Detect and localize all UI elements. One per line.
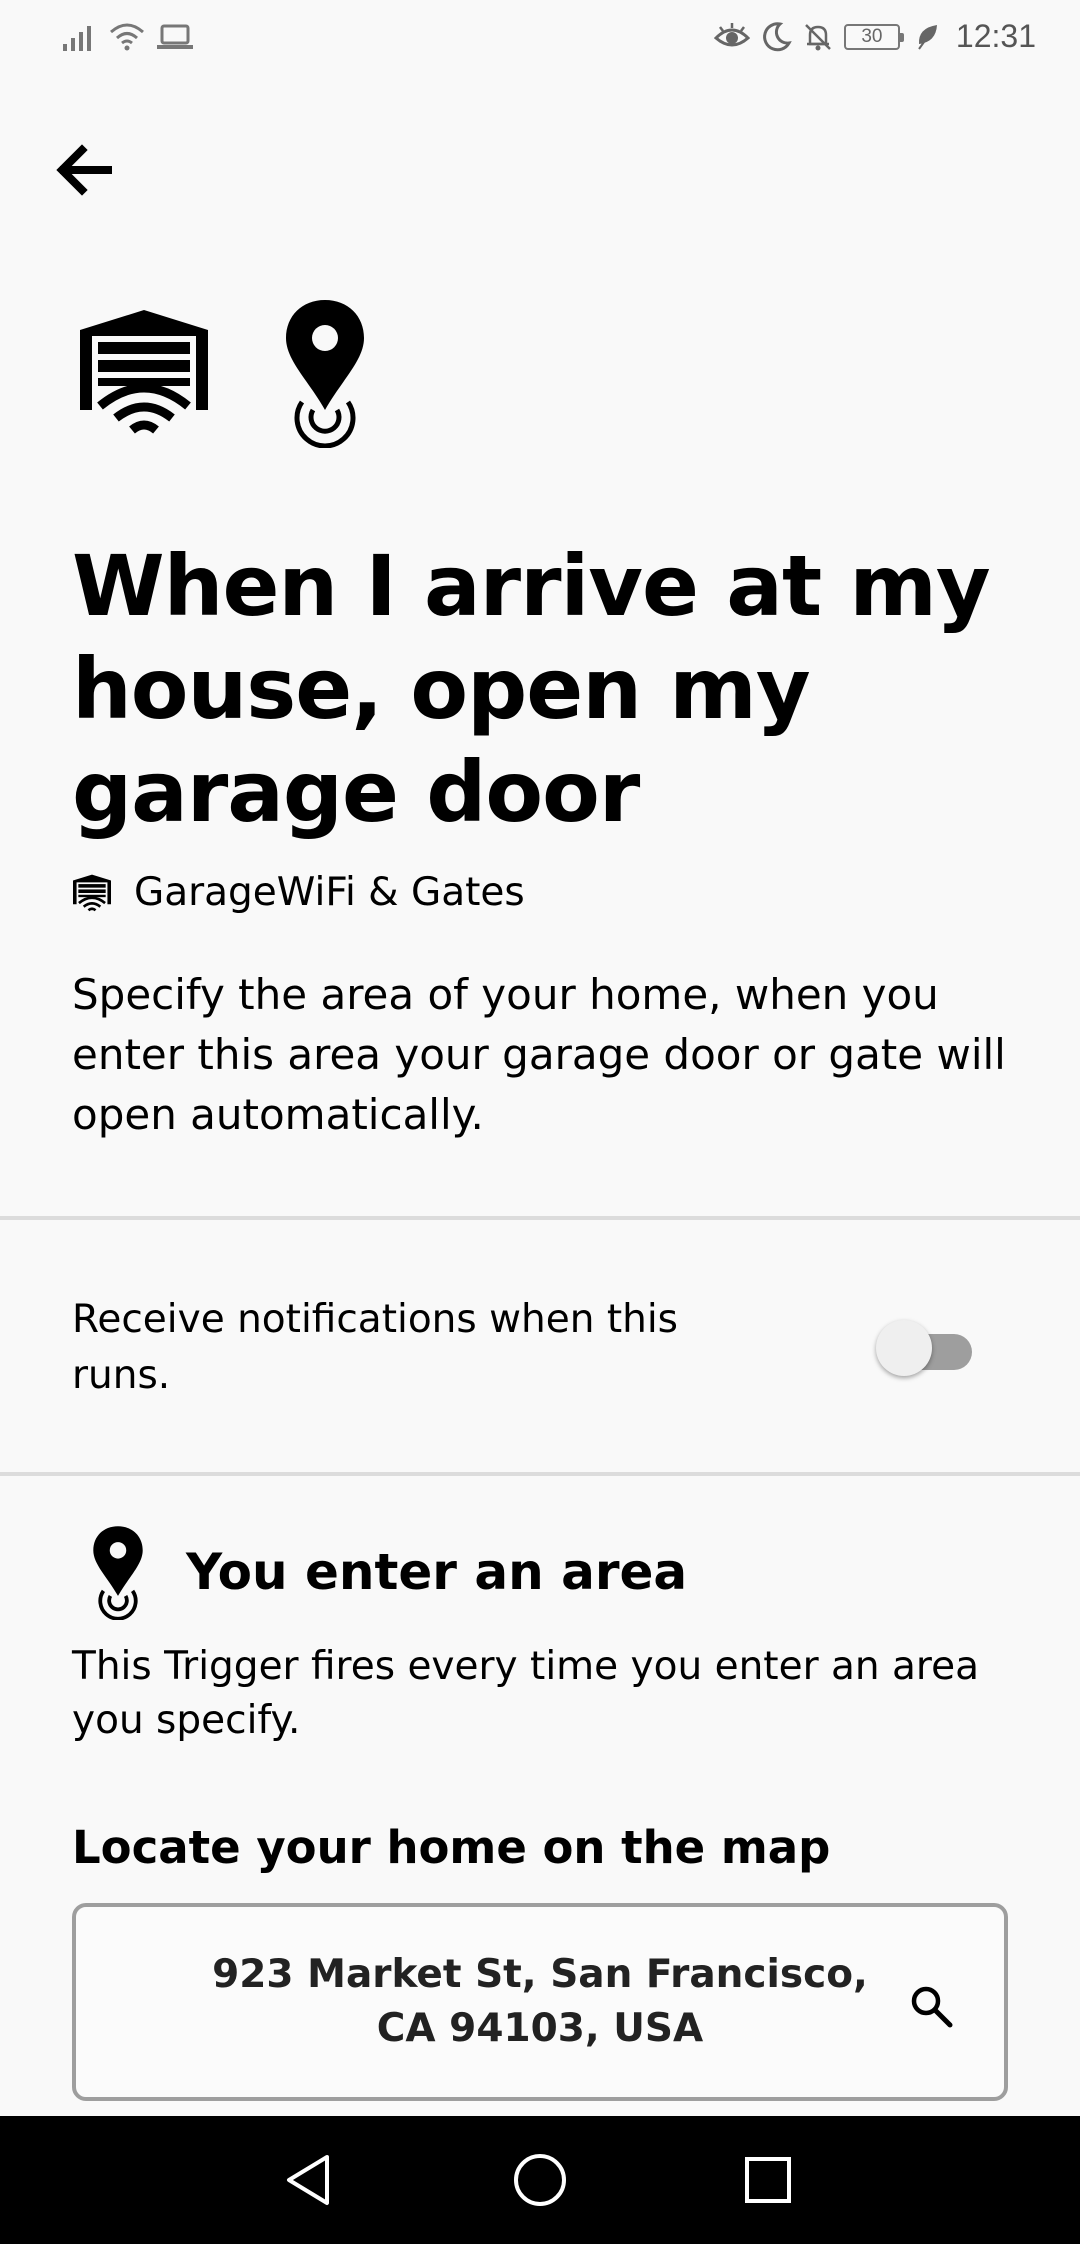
applet-title: When I arrive at my house, open my garag…: [72, 537, 991, 841]
garage-door-small-icon: [73, 874, 111, 911]
garage-door-icon: [80, 310, 208, 434]
home-nav-icon: [514, 2154, 566, 2206]
notifications-toggle[interactable]: [876, 1320, 976, 1376]
toggle-knob: [876, 1320, 932, 1376]
bell-off-icon: [805, 23, 831, 50]
divider: [0, 1216, 1080, 1220]
back-nav-icon: [287, 2155, 329, 2205]
search-icon[interactable]: [908, 1983, 954, 2029]
applet-description: Specify the area of your home, when you …: [72, 970, 1006, 1139]
leaf-icon: [918, 24, 937, 50]
wifi-icon: [110, 23, 144, 51]
divider: [0, 1472, 1080, 1476]
status-right-icons: 30 12:31: [713, 18, 1036, 55]
notifications-label: Receive notifications when this runs.: [72, 1297, 679, 1398]
moon-icon: [763, 21, 792, 51]
back-button[interactable]: [48, 134, 120, 206]
eye-icon: [713, 22, 750, 46]
trigger-description: This Trigger fires every time you enter …: [72, 1644, 979, 1743]
status-bar: 30 12:31: [0, 0, 1080, 86]
system-nav-bar: [0, 2116, 1080, 2244]
trigger-title: You enter an area: [186, 1543, 688, 1601]
status-left-icons: [62, 22, 194, 52]
recents-nav-icon: [745, 2157, 791, 2203]
battery-icon: 30: [843, 23, 904, 50]
nav-home-button[interactable]: [510, 2150, 570, 2210]
nav-back-button[interactable]: [278, 2150, 338, 2210]
laptop-icon: [157, 24, 193, 49]
location-pin-small-icon: [93, 1526, 143, 1620]
service-row[interactable]: GarageWiFi & Gates: [72, 870, 525, 915]
nav-recents-button[interactable]: [738, 2150, 798, 2210]
address-search-field[interactable]: 923 Market St, San Francisco, CA 94103, …: [72, 1903, 1008, 2101]
arrow-left-icon: [56, 144, 112, 196]
signal-icon: [63, 26, 91, 51]
location-pin-icon: [286, 300, 364, 448]
map-section-title: Locate your home on the map: [72, 1821, 831, 1874]
service-name: GarageWiFi & Gates: [134, 870, 525, 915]
address-value: 923 Market St, San Francisco, CA 94103, …: [212, 1952, 868, 2051]
status-time: 12:31: [955, 18, 1036, 54]
